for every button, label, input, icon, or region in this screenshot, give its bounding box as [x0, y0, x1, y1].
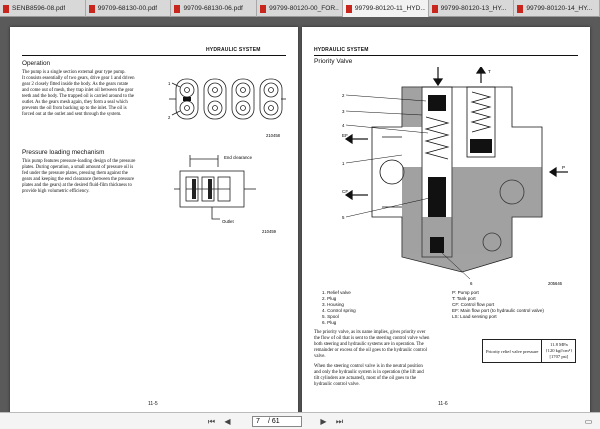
tab-label: 99799-80120-11_HYD...: [354, 5, 425, 12]
pressure-loading-figure: End clearance Outlet 210459: [174, 155, 277, 234]
gear-pump-operation-figure: 1 2 210458: [168, 78, 286, 138]
tab-99709-68130-00[interactable]: 99709-68130-00.pdf: [86, 0, 172, 17]
page-number-field[interactable]: / 61: [252, 416, 302, 427]
figure-number: 210459: [262, 229, 277, 234]
pressure-text: This pump features pressure-loading desi…: [22, 159, 136, 194]
pdf-icon: [260, 4, 267, 13]
section-title-operation: Operation: [22, 60, 51, 67]
tab-99799-80120-11[interactable]: 99799-80120-11_HYD...: [342, 0, 429, 17]
ports-legend: P: Pump port T: Tank port CF: Control fl…: [452, 290, 544, 319]
figure-number: 210458: [266, 133, 281, 138]
section-title-priority-valve: Priority Valve: [314, 58, 353, 65]
callout-5: 5: [342, 215, 345, 220]
gear-label-1: 1: [168, 81, 171, 86]
outlet-label: Outlet: [222, 219, 234, 224]
next-page-button[interactable]: ▶: [318, 416, 329, 427]
spec-label: Priority relief valve pressure: [483, 340, 543, 362]
callout-ef: EF: [342, 133, 348, 138]
callout-6: 6: [470, 281, 473, 286]
page-11-6: HYDRAULIC SYSTEM Priority Valve T EF CF …: [302, 27, 590, 412]
tab-bar: SENB8596-08.pdf 99709-68130-00.pdf 99709…: [0, 0, 600, 17]
callout-4: 4: [342, 123, 345, 128]
callout-1: 2: [342, 93, 345, 98]
tab-label: SENB8596-08.pdf: [12, 5, 66, 12]
tab-label: 99709-68130-06.pdf: [183, 5, 243, 12]
section-title-pressure: Pressure loading mechanism: [22, 149, 105, 156]
pdf-icon: [174, 4, 181, 13]
page-toolbar: ⏮ ◀ / 61 ▶ ⏭ ▭: [0, 412, 600, 429]
pdf-icon: [345, 4, 352, 13]
tab-label: 99799-80120-00_FOR...: [269, 5, 339, 12]
pdf-icon: [88, 4, 95, 13]
callout-1: 1: [342, 161, 345, 166]
page-header: HYDRAULIC SYSTEM: [314, 47, 369, 53]
header-rule: [22, 55, 286, 56]
tab-label: 99799-80120-13_HY...: [440, 5, 507, 12]
first-page-button[interactable]: ⏮: [206, 416, 217, 427]
pdf-icon: [431, 4, 438, 13]
callout-t: T: [488, 69, 491, 74]
gear-pair-3: [231, 78, 255, 120]
gear-pair-4: [259, 78, 283, 120]
current-page-input[interactable]: [256, 418, 268, 425]
priority-valve-text: The priority valve, as its name implies,…: [314, 330, 430, 387]
tab-99799-80120-13[interactable]: 99799-80120-13_HY...: [429, 0, 515, 17]
callout-cf: CF: [342, 189, 348, 194]
page-number: 11-5: [148, 401, 158, 407]
tab-label: 99709-68130-00.pdf: [97, 5, 158, 12]
fit-width-icon[interactable]: ▭: [583, 416, 594, 427]
end-clearance-label: End clearance: [224, 155, 253, 160]
callout-p: P: [562, 165, 565, 170]
tab-99799-80120-00[interactable]: 99799-80120-00_FOR...: [257, 0, 343, 17]
parts-legend: 1. Relief valve 2. Plug 3. Housing 4. Co…: [322, 290, 356, 325]
page-number: 11-6: [438, 401, 448, 407]
figure-number: 205646: [548, 281, 563, 286]
callout-3: 3: [342, 109, 345, 114]
tab-99799-80120-14[interactable]: 99799-80120-14_HY...: [514, 0, 600, 17]
header-rule: [314, 55, 578, 56]
priority-valve-diagram: LS T EF CF P 2 3 4 1 5 6 205646: [342, 67, 568, 286]
tab-99709-68130-06[interactable]: 99709-68130-06.pdf: [171, 0, 258, 17]
tab-senb8596[interactable]: SENB8596-08.pdf: [0, 0, 86, 17]
relief-pressure-table: Priority relief valve pressure 11.8 MPa …: [482, 339, 577, 363]
operation-text: The pump is a single section external ge…: [22, 70, 135, 117]
document-viewer[interactable]: HYDRAULIC SYSTEM Operation The pump is a…: [0, 17, 600, 412]
pdf-icon: [517, 4, 524, 13]
gear-pair-2: [203, 78, 227, 120]
tab-label: 99799-80120-14_HY...: [526, 5, 593, 12]
prev-page-button[interactable]: ◀: [222, 416, 233, 427]
last-page-button[interactable]: ⏭: [334, 416, 345, 427]
spec-value: 11.8 MPa {120 kgf/cm²} [1707 psi]: [545, 342, 573, 359]
gear-label-2: 2: [168, 115, 171, 120]
total-pages: / 61: [268, 418, 280, 425]
page-header: HYDRAULIC SYSTEM: [206, 47, 261, 53]
page-11-5: HYDRAULIC SYSTEM Operation The pump is a…: [10, 27, 298, 412]
pdf-icon: [3, 4, 9, 13]
